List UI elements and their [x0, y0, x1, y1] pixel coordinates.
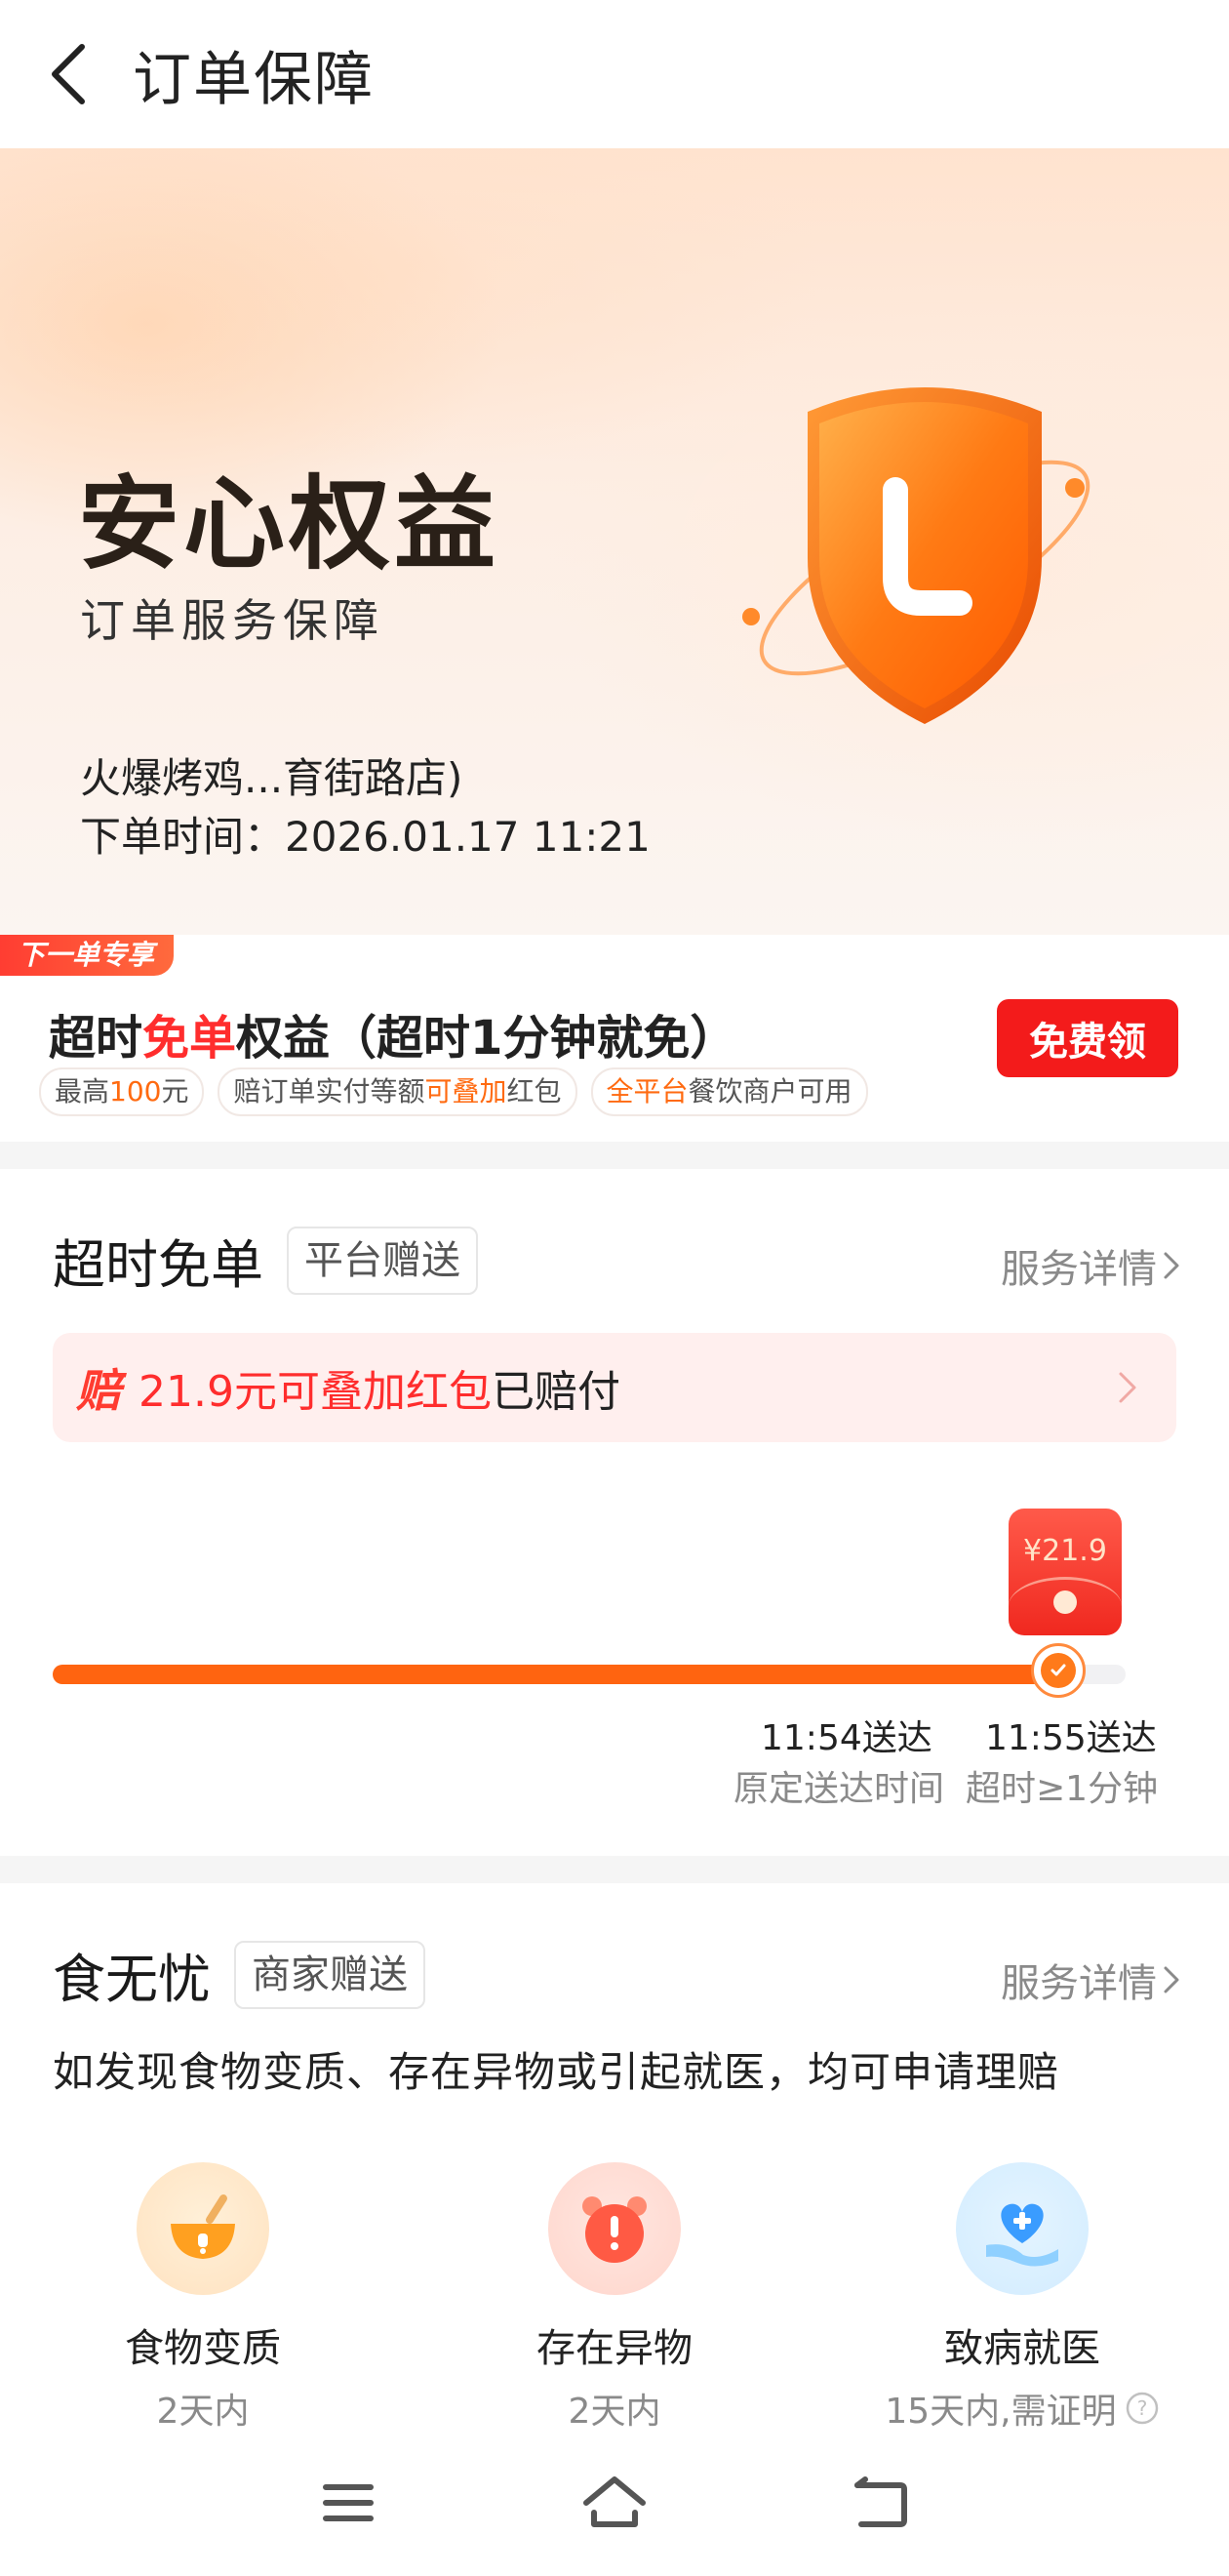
claim-free-button[interactable]: 免费领 [997, 999, 1178, 1077]
menu-icon [322, 2484, 374, 2521]
feature-spoiled-food: 食物变质 2天内 [47, 2162, 359, 2434]
feature-medical: 致病就医 15天内,需证明 ? [866, 2162, 1178, 2434]
compensation-status: 已赔付 [491, 1367, 620, 1417]
scheduled-delivery-time: 11:54送达 [761, 1718, 932, 1758]
chip-highlight: 全平台 [606, 1075, 689, 1107]
hero-title: 安心权益 [78, 464, 500, 584]
promo-strip: 下一单专享 超时免单权益（超时1分钟就免） 最高100元 赔订单实付等额可叠加红… [0, 935, 1229, 1142]
feature-time-limit-text: 15天内,需证明 [885, 2392, 1117, 2432]
help-icon[interactable]: ? [1125, 2391, 1160, 2426]
promo-title: 超时免单权益（超时1分钟就免） [49, 999, 736, 1067]
promo-tag: 下一单专享 [0, 935, 175, 976]
order-time: 下单时间：2026.01.17 11:21 [80, 804, 651, 864]
store-name: 火爆烤鸡...育街路店) [80, 754, 463, 802]
red-packet-amount: ¥21.9 [1023, 1534, 1107, 1568]
check-icon [1051, 1664, 1066, 1676]
chip-highlight: 100 [109, 1075, 162, 1107]
feature-time-limit: 2天内 [458, 2383, 771, 2434]
hero-subtitle: 订单服务保障 [80, 594, 384, 647]
feature-time-limit: 2天内 [47, 2383, 359, 2434]
top-bar: 订单保障 [0, 0, 1229, 148]
feature-time-limit-text: 2天内 [568, 2392, 661, 2432]
promo-title-highlight: 免单 [142, 1011, 237, 1066]
foreign-object-icon [548, 2162, 681, 2295]
progress-check-marker [1031, 1643, 1086, 1698]
feature-title: 致病就医 [944, 2326, 1100, 2371]
chip-text: 餐饮商户可用 [688, 1075, 852, 1107]
promo-title-prefix: 超时 [49, 1011, 143, 1066]
section-title: 食无忧 [53, 1949, 211, 2010]
service-details-link[interactable]: 服务详情 [1001, 1952, 1180, 2008]
feature-foreign-object: 存在异物 2天内 [458, 2162, 771, 2434]
chip-text: 赔订单实付等额 [233, 1075, 425, 1107]
promo-chip: 赔订单实付等额可叠加红包 [218, 1067, 577, 1116]
page-title: 订单保障 [133, 45, 375, 114]
section-title: 超时免单 [53, 1234, 263, 1296]
promo-chips: 最高100元 赔订单实付等额可叠加红包 全平台餐饮商户可用 [39, 1067, 868, 1116]
guarantee-description: 如发现食物变质、存在异物或引起就医，均可申请理赔 [53, 2048, 1060, 2096]
scheduled-delivery-label: 原定送达时间 [733, 1769, 945, 1809]
back-icon [854, 2476, 908, 2527]
menu-nav-button[interactable] [304, 2459, 392, 2547]
back-button[interactable] [35, 41, 101, 107]
section-header: 超时免单 平台赠送 [53, 1222, 478, 1299]
section-header: 食无忧 商家赠送 [53, 1936, 425, 2013]
shield-icon [742, 387, 1090, 724]
red-packet-icon: ¥21.9 [1009, 1509, 1122, 1635]
service-details-label: 服务详情 [1001, 1247, 1157, 1292]
compensation-icon: 赔 [76, 1364, 121, 1417]
feature-time-limit-text: 2天内 [156, 2392, 250, 2432]
hero-banner: 安心权益 订单服务保障 火爆烤鸡...育街路店) 下单时间：2026.01.17… [0, 148, 1229, 935]
home-nav-button[interactable] [571, 2459, 658, 2547]
platform-gift-badge: 平台赠送 [287, 1226, 478, 1295]
merchant-gift-badge: 商家赠送 [234, 1940, 425, 2009]
chevron-left-icon [52, 44, 85, 104]
compensation-paid-bar[interactable]: 赔 21.9元可叠加红包 已赔付 [53, 1333, 1176, 1442]
chip-text: 元 [161, 1075, 189, 1107]
system-nav-bar [0, 2430, 1229, 2576]
chip-text: 最高 [55, 1075, 110, 1107]
chip-highlight: 可叠加 [424, 1075, 507, 1107]
service-details-link[interactable]: 服务详情 [1001, 1237, 1180, 1294]
overtime-label: 超时≥1分钟 [966, 1769, 1159, 1809]
delivery-progress-track [53, 1665, 1126, 1684]
actual-delivery-time: 11:55送达 [985, 1718, 1157, 1758]
promo-chip: 全平台餐饮商户可用 [590, 1067, 868, 1116]
overtime-free-card: 超时免单 平台赠送 服务详情 赔 21.9元可叠加红包 已赔付 ¥21.9 11:… [0, 1169, 1229, 1856]
spoiled-food-icon [137, 2162, 269, 2295]
delivery-progress-fill [53, 1665, 1083, 1684]
feature-title: 食物变质 [125, 2326, 281, 2371]
medical-heart-icon [956, 2162, 1089, 2295]
food-guarantee-card: 食无忧 商家赠送 服务详情 如发现食物变质、存在异物或引起就医，均可申请理赔 食… [0, 1883, 1229, 2432]
home-icon [582, 2476, 646, 2527]
feature-title: 存在异物 [536, 2326, 693, 2371]
promo-title-suffix: 权益（超时1分钟就免） [236, 1011, 737, 1066]
chevron-right-icon [1119, 1372, 1136, 1403]
back-nav-button[interactable] [837, 2459, 925, 2547]
promo-chip: 最高100元 [39, 1067, 205, 1116]
service-details-label: 服务详情 [1001, 1961, 1157, 2006]
chevron-right-icon [1164, 1966, 1179, 1993]
svg-text:?: ? [1136, 2396, 1147, 2420]
chip-text: 红包 [506, 1075, 562, 1107]
feature-time-limit: 15天内,需证明 ? [866, 2383, 1178, 2434]
order-time-label: 下单时间： [80, 813, 286, 861]
compensation-amount: 21.9元可叠加红包 [139, 1367, 492, 1417]
order-time-value: 2026.01.17 11:21 [285, 813, 651, 861]
chevron-right-icon [1164, 1252, 1179, 1279]
